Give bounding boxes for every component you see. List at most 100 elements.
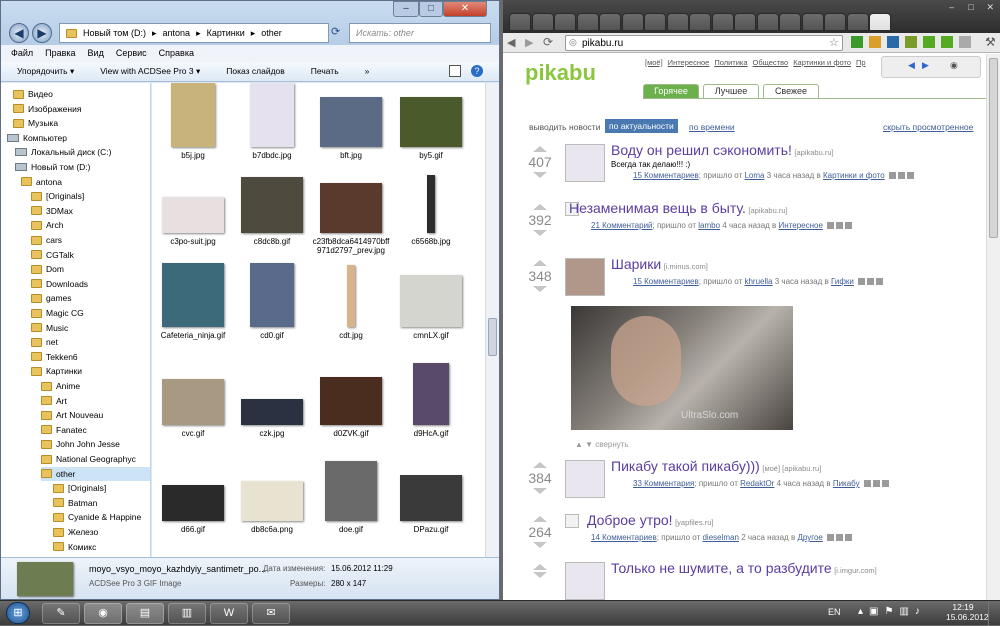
- vote-up-icon[interactable]: [533, 204, 547, 210]
- extension-icon[interactable]: [905, 36, 917, 48]
- slideshow-button[interactable]: Показ слайдов: [226, 66, 285, 77]
- collapse-label[interactable]: свернуть: [595, 440, 628, 449]
- acdsee-button[interactable]: View with ACDSee Pro 3 ▾: [100, 66, 200, 77]
- tree-item[interactable]: Компьютер: [7, 131, 67, 145]
- tree-item[interactable]: Arch: [31, 218, 63, 232]
- download-arrow-icon[interactable]: [923, 36, 935, 48]
- vote-down-icon[interactable]: [533, 572, 547, 578]
- browser-tab[interactable]: [869, 13, 891, 31]
- menu-tools[interactable]: Сервис: [116, 48, 147, 59]
- network-app-icon[interactable]: ▥: [168, 603, 206, 624]
- tree-item[interactable]: Комикс: [53, 540, 96, 554]
- breadcrumb-0[interactable]: Новый том (D:): [83, 28, 146, 38]
- file-tile[interactable]: by5.gif: [392, 83, 470, 160]
- post-thumbnail[interactable]: [565, 460, 605, 498]
- explorer-taskbar-icon[interactable]: ▤: [126, 603, 164, 624]
- tree-item[interactable]: other: [41, 466, 150, 481]
- show-desktop-button[interactable]: [988, 601, 1000, 626]
- browser-tab[interactable]: [689, 13, 711, 31]
- browser-tab[interactable]: [666, 13, 689, 31]
- close-button[interactable]: ✕: [443, 1, 487, 17]
- browser-tab[interactable]: [711, 13, 734, 31]
- vote-down-icon[interactable]: [533, 488, 547, 494]
- tree-item[interactable]: Новый том (D:): [15, 160, 91, 174]
- tree-item[interactable]: cars: [31, 233, 62, 247]
- breadcrumb-1[interactable]: antona: [163, 28, 191, 38]
- vote-down-icon[interactable]: [533, 230, 547, 236]
- post-thumbnail[interactable]: [565, 258, 605, 296]
- word-taskbar-icon[interactable]: W: [210, 603, 248, 624]
- address-bar[interactable]: Новый том (D:) ▸ antona ▸ Картинки ▸ other: [59, 23, 329, 43]
- file-tile[interactable]: c8dc8b.gif: [233, 169, 311, 246]
- volume-icon[interactable]: ♪: [915, 606, 920, 617]
- file-tile[interactable]: Cafeteria_ninja.gif: [154, 263, 232, 340]
- tree-item[interactable]: Tekken6: [31, 350, 78, 364]
- category-link[interactable]: Пикабу: [833, 479, 860, 488]
- post-source[interactable]: [apikabu.ru]: [748, 206, 787, 215]
- file-tile[interactable]: bft.jpg: [312, 83, 390, 160]
- minimize-button[interactable]: –: [393, 1, 419, 17]
- extension-icon[interactable]: [851, 36, 863, 48]
- author-link[interactable]: khruella: [744, 277, 772, 286]
- extension-icon[interactable]: [887, 36, 899, 48]
- tree-item[interactable]: antona: [21, 175, 62, 189]
- post-source[interactable]: [yapfiles.ru]: [675, 518, 713, 527]
- tree-item[interactable]: net: [31, 335, 58, 349]
- share-icon[interactable]: [836, 222, 844, 230]
- file-tile[interactable]: cvc.gif: [154, 361, 232, 438]
- share-icon[interactable]: [845, 534, 853, 542]
- browser-tab[interactable]: [779, 13, 801, 31]
- file-tile[interactable]: d66.gif: [154, 457, 232, 534]
- tree-item[interactable]: CGTalk: [31, 248, 74, 262]
- scrollbar-thumb[interactable]: [488, 318, 497, 356]
- file-tile[interactable]: db8c6a.png: [233, 457, 311, 534]
- author-link[interactable]: lambo: [698, 221, 720, 230]
- file-tile[interactable]: c23fb8dca6414970bff971d2797_prev.jpg: [312, 169, 390, 255]
- share-icon[interactable]: [888, 172, 896, 180]
- file-tile[interactable]: DPazu.gif: [392, 457, 470, 534]
- page-scrollbar[interactable]: [986, 54, 1000, 600]
- pin-app-icon[interactable]: ✎: [42, 603, 80, 624]
- url-field[interactable]: pikabu.ru: [565, 35, 843, 51]
- tree-item[interactable]: Локальный диск (C:): [15, 145, 111, 159]
- breadcrumb-3[interactable]: other: [261, 28, 282, 38]
- tree-item[interactable]: Fanatec: [41, 423, 87, 437]
- tray-app-icon[interactable]: ▣: [869, 606, 878, 617]
- vote-up-icon[interactable]: [533, 260, 547, 266]
- post-thumbnail[interactable]: [565, 144, 605, 182]
- category-link[interactable]: Интересное: [779, 221, 823, 230]
- browser-tab[interactable]: [554, 13, 576, 31]
- tree-item[interactable]: [Originals]: [53, 481, 106, 495]
- browser-tab[interactable]: [756, 13, 779, 31]
- page-scrollbar-thumb[interactable]: [989, 58, 998, 238]
- share-icon[interactable]: [845, 222, 853, 230]
- post-title[interactable]: Воду он решил сэкономить!: [611, 142, 792, 158]
- file-tile[interactable]: c6568b.jpg: [392, 169, 470, 246]
- share-icon[interactable]: [827, 534, 835, 542]
- comments-link[interactable]: 33 Комментария: [633, 479, 694, 488]
- post-thumbnail[interactable]: [565, 562, 605, 600]
- browser-tab[interactable]: [509, 13, 531, 31]
- tree-item[interactable]: Cyanide & Happine: [53, 510, 141, 524]
- tree-item[interactable]: Magic CG: [31, 306, 84, 320]
- comments-link[interactable]: 14 Комментариев: [591, 533, 657, 542]
- browser-tab[interactable]: [644, 13, 666, 31]
- share-icon[interactable]: [827, 222, 835, 230]
- tree-item[interactable]: Downloads: [31, 277, 88, 291]
- tree-item[interactable]: Видео: [13, 87, 53, 101]
- post-source[interactable]: [i.imgur.com]: [834, 566, 877, 575]
- tree-item[interactable]: [Originals]: [31, 189, 84, 203]
- browser-tab[interactable]: [531, 13, 554, 31]
- file-tile[interactable]: [312, 537, 390, 557]
- category-link[interactable]: Гифки: [831, 277, 854, 286]
- browser-tab[interactable]: [846, 13, 869, 31]
- close-button[interactable]: ✕: [981, 2, 1000, 16]
- vote-up-icon[interactable]: [533, 462, 547, 468]
- file-tile[interactable]: [154, 537, 232, 557]
- category-link[interactable]: Другое: [797, 533, 822, 542]
- file-tile[interactable]: doe.gif: [312, 457, 390, 534]
- browser-tab[interactable]: [576, 13, 599, 31]
- chrome-taskbar-icon[interactable]: ◉: [84, 603, 122, 624]
- share-icon[interactable]: [872, 480, 880, 488]
- vote-up-icon[interactable]: [533, 516, 547, 522]
